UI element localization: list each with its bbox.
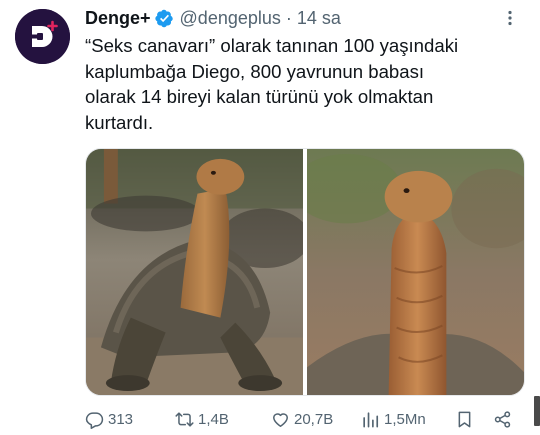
verified-badge-icon	[154, 9, 174, 28]
retweet-icon	[175, 410, 194, 429]
share-icon	[493, 410, 512, 429]
reply-count: 313	[108, 410, 134, 428]
denge-plus-logo-icon	[15, 9, 70, 64]
reply-icon	[85, 410, 104, 429]
retweet-count: 1,4B	[198, 410, 229, 428]
handle[interactable]: @dengeplus	[180, 8, 281, 29]
like-button[interactable]: 20,7B	[271, 408, 333, 430]
timestamp[interactable]: 14 sa	[297, 8, 341, 29]
like-icon	[271, 410, 290, 429]
views-button[interactable]: 1,5Mn	[361, 408, 426, 430]
tortoise-full-body-image[interactable]	[86, 149, 303, 395]
tweet-header: Denge+ @dengeplus · 14 sa	[85, 6, 520, 30]
more-dots-icon[interactable]	[500, 8, 520, 28]
tortoise-head-closeup-image[interactable]	[307, 149, 524, 395]
tweet-media	[85, 148, 525, 396]
views-count: 1,5Mn	[384, 410, 426, 428]
reply-button[interactable]: 313	[85, 408, 133, 430]
scrollbar-thumb[interactable]	[534, 396, 540, 426]
bookmark-button[interactable]	[455, 408, 474, 430]
like-count: 20,7B	[294, 410, 334, 428]
share-button[interactable]	[493, 408, 512, 430]
tweet-text: “Seks canavarı” olarak tanınan 100 yaşın…	[85, 35, 459, 133]
retweet-button[interactable]: 1,4B	[175, 408, 229, 430]
display-name[interactable]: Denge+	[85, 8, 151, 29]
separator-dot: ·	[285, 7, 292, 28]
views-icon	[361, 410, 380, 429]
tweet-actions: 313 1,4B 20,7B 1,5Mn	[85, 408, 540, 430]
bookmark-icon	[455, 410, 474, 429]
avatar[interactable]	[15, 9, 70, 64]
